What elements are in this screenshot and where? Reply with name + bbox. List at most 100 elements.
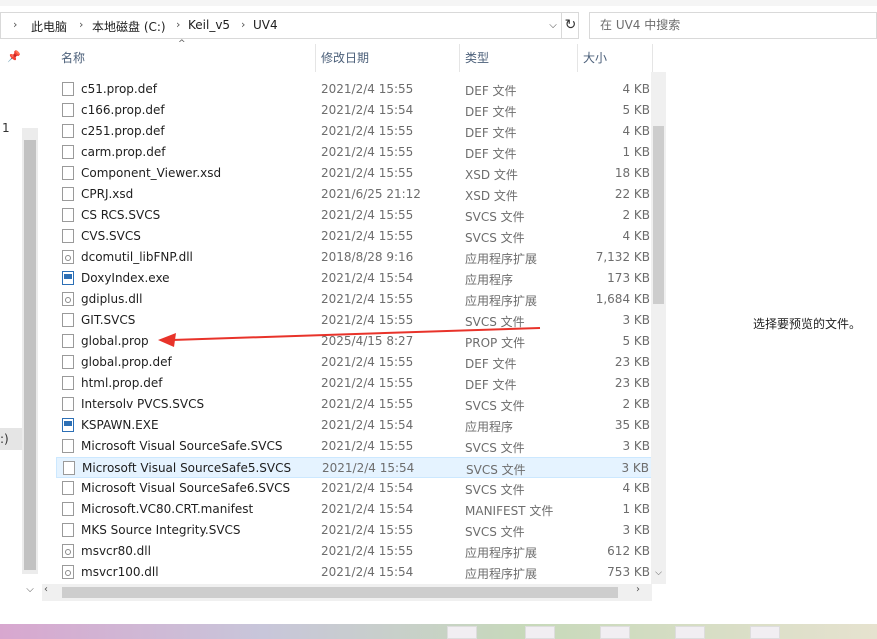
address-dropdown-icon[interactable]: ⌵ bbox=[545, 12, 561, 39]
file-name: Microsoft Visual SourceSafe.SVCS bbox=[81, 439, 283, 453]
taskbar-app-icon[interactable] bbox=[675, 626, 705, 639]
column-header-row: 名称 修改日期 类型 大小 bbox=[56, 44, 666, 72]
file-name: msvcr80.dll bbox=[81, 544, 151, 558]
chevron-right-icon[interactable]: › bbox=[79, 18, 83, 31]
scroll-right-icon[interactable]: › bbox=[636, 584, 640, 595]
file-name: carm.prop.def bbox=[81, 145, 166, 159]
file-date: 2021/2/4 15:55 bbox=[321, 313, 414, 327]
file-icon bbox=[62, 166, 74, 180]
file-name: Component_Viewer.xsd bbox=[81, 166, 222, 180]
file-row[interactable]: html.prop.def 2021/2/4 15:55 DEF 文件 23 KB bbox=[56, 373, 652, 394]
chevron-right-icon[interactable]: › bbox=[241, 18, 245, 31]
file-row[interactable]: c251.prop.def 2021/2/4 15:55 DEF 文件 4 KB bbox=[56, 121, 652, 142]
breadcrumb-item-this-pc[interactable]: 此电脑 bbox=[31, 18, 67, 35]
file-row[interactable]: global.prop 2025/4/15 8:27 PROP 文件 5 KB bbox=[56, 331, 652, 352]
taskbar-app-icon[interactable] bbox=[600, 626, 630, 639]
file-row[interactable]: CS RCS.SVCS 2021/2/4 15:55 SVCS 文件 2 KB bbox=[56, 205, 652, 226]
file-row[interactable]: Microsoft.VC80.CRT.manifest 2021/2/4 15:5… bbox=[56, 499, 652, 520]
file-size: 23 KB bbox=[614, 376, 650, 390]
horizontal-scrollbar-thumb[interactable] bbox=[62, 587, 618, 598]
file-date: 2021/2/4 15:55 bbox=[321, 82, 414, 96]
file-size: 5 KB bbox=[622, 103, 650, 117]
file-size: 4 KB bbox=[622, 124, 650, 138]
file-type: 应用程序扩展 bbox=[465, 567, 538, 581]
file-icon bbox=[62, 523, 74, 537]
column-header-type[interactable]: 类型 bbox=[460, 44, 577, 72]
file-type: SVCS 文件 bbox=[465, 315, 525, 329]
file-size: 4 KB bbox=[622, 229, 650, 243]
file-row[interactable]: gdiplus.dll 2021/2/4 15:55 应用程序扩展 1,684 KB bbox=[56, 289, 652, 310]
taskbar-app-icon[interactable] bbox=[447, 626, 477, 639]
file-icon bbox=[62, 334, 74, 348]
file-row[interactable]: Microsoft Visual SourceSafe6.SVCS 2021/2/… bbox=[56, 478, 652, 499]
file-size: 1,684 KB bbox=[595, 292, 650, 306]
file-type: XSD 文件 bbox=[465, 189, 518, 203]
refresh-icon[interactable]: ↻ bbox=[561, 12, 579, 39]
file-type: 应用程序 bbox=[465, 273, 514, 287]
file-row[interactable]: KSPAWN.EXE 2021/2/4 15:54 应用程序 35 KB bbox=[56, 415, 652, 436]
file-row[interactable]: c166.prop.def 2021/2/4 15:54 DEF 文件 5 KB bbox=[56, 100, 652, 121]
scroll-left-icon[interactable]: ‹ bbox=[44, 584, 48, 595]
file-row[interactable]: dcomutil_libFNP.dll 2018/8/28 9:16 应用程序扩展 7… bbox=[56, 247, 652, 268]
file-type: DEF 文件 bbox=[465, 378, 517, 392]
file-row[interactable]: MKS Source Integrity.SVCS 2021/2/4 15:55 S… bbox=[56, 520, 652, 541]
breadcrumb-item-local-disk[interactable]: 本地磁盘 (C:) bbox=[92, 18, 166, 35]
nav-item-label[interactable]: 1 bbox=[2, 121, 10, 135]
address-bar[interactable]: › 此电脑 › 本地磁盘 (C:) › Keil_v5 › UV4 bbox=[0, 12, 579, 39]
file-row[interactable]: c51.prop.def 2021/2/4 15:55 DEF 文件 4 KB bbox=[56, 79, 652, 100]
file-row[interactable]: DoxyIndex.exe 2021/2/4 15:54 应用程序 173 KB bbox=[56, 268, 652, 289]
file-row[interactable]: msvcr80.dll 2021/2/4 15:55 应用程序扩展 612 KB bbox=[56, 541, 652, 562]
taskbar bbox=[0, 624, 877, 639]
file-date: 2021/2/4 15:54 bbox=[321, 565, 414, 579]
file-date: 2021/2/4 15:55 bbox=[321, 355, 414, 369]
file-type: SVCS 文件 bbox=[465, 399, 525, 413]
exe-icon bbox=[62, 271, 74, 285]
breadcrumb-item-keil[interactable]: Keil_v5 bbox=[188, 18, 230, 32]
nav-scrollbar-thumb[interactable] bbox=[24, 140, 36, 570]
dll-icon bbox=[62, 544, 74, 558]
file-row[interactable]: Microsoft Visual SourceSafe.SVCS 2021/2/4… bbox=[56, 436, 652, 457]
file-date: 2021/2/4 15:55 bbox=[321, 166, 414, 180]
search-input[interactable]: 在 UV4 中搜索 bbox=[589, 12, 877, 39]
file-type: 应用程序 bbox=[465, 420, 514, 434]
file-row[interactable]: carm.prop.def 2021/2/4 15:55 DEF 文件 1 KB bbox=[56, 142, 652, 163]
dll-icon bbox=[62, 250, 74, 264]
vertical-scrollbar-thumb[interactable] bbox=[653, 126, 664, 304]
taskbar-app-icon[interactable] bbox=[750, 626, 780, 639]
scroll-down-icon[interactable]: ⌵ bbox=[651, 568, 666, 578]
file-icon bbox=[62, 481, 74, 495]
taskbar-app-icon[interactable] bbox=[525, 626, 555, 639]
file-row[interactable]: CVS.SVCS 2021/2/4 15:55 SVCS 文件 4 KB bbox=[56, 226, 652, 247]
file-size: 23 KB bbox=[614, 355, 650, 369]
file-size: 1 KB bbox=[622, 502, 650, 516]
file-type: SVCS 文件 bbox=[466, 463, 526, 477]
column-divider[interactable] bbox=[652, 44, 653, 72]
file-name: Microsoft.VC80.CRT.manifest bbox=[81, 502, 254, 516]
file-row[interactable]: Component_Viewer.xsd 2021/2/4 15:55 XSD 文件… bbox=[56, 163, 652, 184]
breadcrumb-item-uv4[interactable]: UV4 bbox=[253, 18, 278, 32]
file-icon bbox=[62, 355, 74, 369]
file-size: 4 KB bbox=[622, 82, 650, 96]
file-type: MANIFEST 文件 bbox=[465, 504, 554, 518]
nav-scroll-down-icon[interactable]: ⌵ bbox=[22, 584, 38, 595]
file-date: 2021/2/4 15:54 bbox=[321, 418, 414, 432]
pin-icon[interactable]: 📌 bbox=[7, 50, 21, 63]
file-name: Microsoft Visual SourceSafe6.SVCS bbox=[81, 481, 291, 495]
file-row[interactable]: msvcr100.dll 2021/2/4 15:54 应用程序扩展 753 KB bbox=[56, 562, 652, 583]
chevron-right-icon[interactable]: › bbox=[176, 18, 180, 31]
file-type: SVCS 文件 bbox=[465, 441, 525, 455]
file-size: 3 KB bbox=[622, 313, 650, 327]
column-header-date[interactable]: 修改日期 bbox=[316, 44, 459, 72]
file-size: 22 KB bbox=[614, 187, 650, 201]
file-row[interactable]: Intersolv PVCS.SVCS 2021/2/4 15:55 SVCS 文件… bbox=[56, 394, 652, 415]
file-row[interactable]: Microsoft Visual SourceSafe5.SVCS 2021/2/… bbox=[56, 457, 652, 478]
file-date: 2021/2/4 15:55 bbox=[321, 439, 414, 453]
column-header-name[interactable]: 名称 bbox=[56, 44, 315, 72]
column-header-size[interactable]: 大小 bbox=[578, 44, 652, 72]
file-name: c166.prop.def bbox=[81, 103, 165, 117]
nav-item-drive-label[interactable]: :) bbox=[0, 432, 9, 446]
file-row[interactable]: CPRJ.xsd 2021/6/25 21:12 XSD 文件 22 KB bbox=[56, 184, 652, 205]
file-row[interactable]: GIT.SVCS 2021/2/4 15:55 SVCS 文件 3 KB bbox=[56, 310, 652, 331]
file-row[interactable]: global.prop.def 2021/2/4 15:55 DEF 文件 23 KB bbox=[56, 352, 652, 373]
file-type: XSD 文件 bbox=[465, 168, 518, 182]
